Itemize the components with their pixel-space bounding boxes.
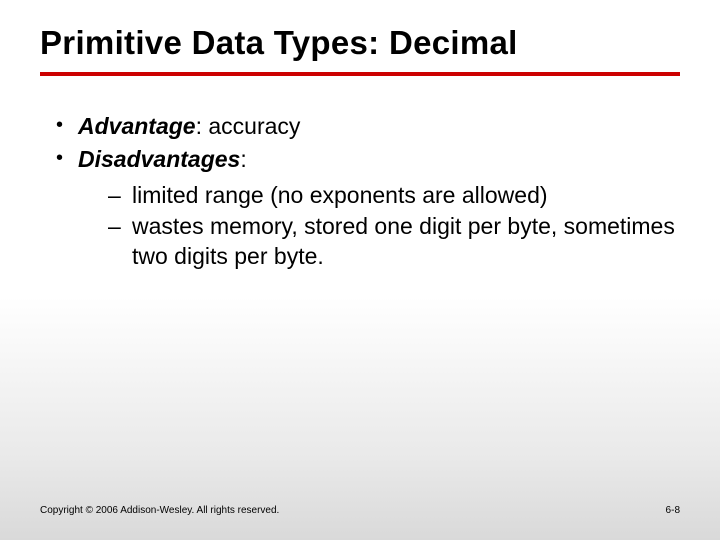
slide-footer: Copyright © 2006 Addison-Wesley. All rig… <box>40 505 680 516</box>
title-underline <box>40 72 680 76</box>
bullet-dot-icon: • <box>56 112 78 141</box>
copyright-text: Copyright © 2006 Addison-Wesley. All rig… <box>40 505 279 516</box>
bullet-level2: – limited range (no exponents are allowe… <box>108 181 680 210</box>
slide-content: • Advantage: accuracy • Disadvantages: –… <box>40 112 680 271</box>
bullet-rest: : accuracy <box>196 113 301 139</box>
bullet-emph: Disadvantages <box>78 146 240 172</box>
bullet-level1: • Disadvantages: <box>56 145 680 174</box>
sub-bullet-text: limited range (no exponents are allowed) <box>132 181 680 210</box>
bullet-dash-icon: – <box>108 212 132 271</box>
slide-title: Primitive Data Types: Decimal <box>40 20 680 72</box>
page-number: 6-8 <box>666 505 680 516</box>
bullet-text: Advantage: accuracy <box>78 112 680 141</box>
sub-bullets: – limited range (no exponents are allowe… <box>56 181 680 271</box>
bullet-level2: – wastes memory, stored one digit per by… <box>108 212 680 271</box>
bullet-level1: • Advantage: accuracy <box>56 112 680 141</box>
bullet-emph: Advantage <box>78 113 196 139</box>
bullet-text: Disadvantages: <box>78 145 680 174</box>
slide: Primitive Data Types: Decimal • Advantag… <box>0 0 720 540</box>
sub-bullet-text: wastes memory, stored one digit per byte… <box>132 212 680 271</box>
bullet-rest: : <box>240 146 246 172</box>
bullet-dot-icon: • <box>56 145 78 174</box>
bullet-dash-icon: – <box>108 181 132 210</box>
